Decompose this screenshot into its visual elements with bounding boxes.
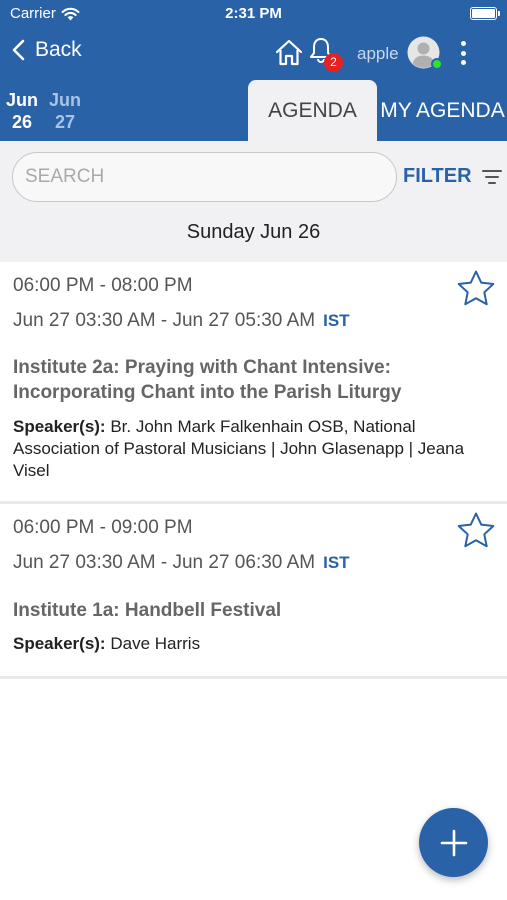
star-outline-icon [457, 270, 495, 306]
profile-button[interactable] [407, 36, 443, 70]
date-month: Jun [5, 90, 38, 110]
filter-label: FILTER [403, 165, 472, 187]
home-icon [275, 39, 303, 66]
speakers-label: Speaker(s): [13, 417, 106, 436]
favorite-button[interactable] [456, 511, 496, 549]
notification-badge: 2 [324, 53, 343, 72]
search-input[interactable] [12, 152, 397, 202]
agenda-screen: Carrier 2:31 PM Back 2 apple Jun 26 Jun … [0, 0, 507, 900]
tab-agenda[interactable]: AGENDA [248, 80, 377, 141]
day-heading: Sunday Jun 26 [186, 221, 321, 243]
filter-icon [481, 169, 502, 184]
session-time-local: 06:00 PM - 09:00 PM [13, 517, 193, 538]
session-speakers: Speaker(s): Dave Harris [13, 633, 491, 655]
filter-button[interactable]: FILTER [403, 165, 502, 188]
session-time-converted: Jun 27 03:30 AM - Jun 27 05:30 AM IST [13, 310, 350, 332]
session-card[interactable]: 06:00 PM - 09:00 PM Jun 27 03:30 AM - Ju… [0, 504, 507, 679]
status-bar: Carrier 2:31 PM [0, 0, 507, 28]
date-day: 27 [54, 112, 76, 132]
session-time-local: 06:00 PM - 08:00 PM [13, 275, 193, 296]
session-title: Institute 1a: Handbell Festival [13, 600, 282, 621]
online-status-indicator [431, 58, 443, 70]
more-vertical-icon [460, 41, 466, 46]
more-options-button[interactable] [452, 39, 474, 67]
back-button[interactable]: Back [12, 38, 82, 62]
chevron-left-icon [12, 39, 25, 61]
speakers-label: Speaker(s): [13, 634, 106, 653]
tab-my-agenda[interactable]: MY AGENDA [378, 80, 507, 141]
date-and-tabs-bar: Jun 26 Jun 27 AGENDA MY AGENDA [0, 80, 507, 141]
app-header: Carrier 2:31 PM Back 2 apple [0, 0, 507, 80]
star-outline-icon [457, 512, 495, 548]
date-month: Jun [48, 90, 81, 110]
notifications-button[interactable]: 2 [307, 36, 343, 72]
date-selector-jun-27[interactable]: Jun 27 [47, 89, 83, 133]
converted-time-range: Jun 27 03:30 AM - Jun 27 05:30 AM [13, 310, 316, 331]
speakers-names: Dave Harris [110, 634, 201, 653]
back-label: Back [35, 38, 82, 61]
timezone-label: IST [323, 311, 350, 330]
session-time-converted: Jun 27 03:30 AM - Jun 27 06:30 AM IST [13, 552, 350, 574]
search-section: FILTER Sunday Jun 26 [0, 141, 507, 262]
session-speakers: Speaker(s): Br. John Mark Falkenhain OSB… [13, 416, 491, 482]
converted-time-range: Jun 27 03:30 AM - Jun 27 06:30 AM [13, 552, 316, 573]
user-name: apple [357, 44, 399, 63]
session-title: Institute 2a: Praying with Chant Intensi… [13, 357, 402, 403]
date-selector-jun-26[interactable]: Jun 26 [4, 89, 40, 133]
timezone-label: IST [323, 553, 350, 572]
status-time: 2:31 PM [225, 5, 282, 22]
home-button[interactable] [274, 38, 304, 68]
add-button[interactable] [419, 808, 488, 877]
battery-icon [470, 7, 500, 20]
session-card[interactable]: 06:00 PM - 08:00 PM Jun 27 03:30 AM - Ju… [0, 262, 507, 504]
favorite-button[interactable] [456, 269, 496, 307]
date-day: 26 [11, 112, 33, 132]
plus-icon [440, 829, 467, 856]
navigation-bar: Back 2 apple [0, 30, 507, 76]
